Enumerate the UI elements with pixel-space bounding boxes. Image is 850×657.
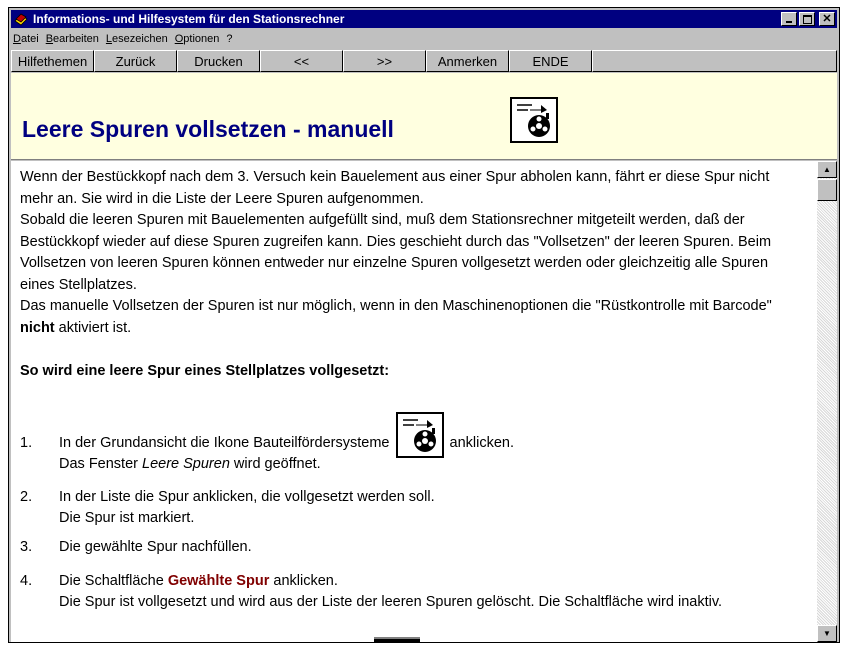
window-title: Informations- und Hilfesystem für den St… bbox=[33, 12, 345, 26]
intro-paragraph-2: Sobald die leeren Spuren mit Bauelemente… bbox=[20, 212, 772, 293]
close-icon: ✕ bbox=[822, 12, 832, 25]
anmerken-button[interactable]: Anmerken bbox=[426, 50, 509, 72]
step-text: Die Schaltfläche Gewählte Spur anklicken… bbox=[59, 571, 809, 613]
step-1-window-name: Leere Spuren bbox=[142, 456, 230, 472]
minimize-button[interactable] bbox=[781, 12, 797, 26]
intro-paragraph-3-bold: nicht bbox=[20, 319, 55, 336]
intro-paragraph-3-end: aktiviert ist. bbox=[54, 319, 132, 336]
minimize-icon bbox=[786, 21, 792, 23]
menu-lesezeichen[interactable]: Lesezeichen bbox=[106, 33, 168, 45]
help-content: Wenn der Bestückkopf nach dem 3. Versuch… bbox=[11, 161, 817, 642]
step-number: 4. bbox=[20, 573, 33, 589]
step-number: 3. bbox=[20, 539, 33, 555]
arrow-up-icon: ▲ bbox=[823, 165, 831, 174]
feeder-system-icon bbox=[510, 97, 558, 143]
vertical-scrollbar[interactable]: ▲ ▼ bbox=[817, 161, 837, 642]
next-topic-button[interactable]: >> bbox=[343, 50, 426, 72]
step-1-action: anklicken. bbox=[449, 435, 515, 451]
intro-paragraph-1: Wenn der Bestückkopf nach dem 3. Versuch… bbox=[20, 169, 770, 207]
menu-datei[interactable]: Datei bbox=[13, 33, 39, 45]
step-1-text: In der Grundansicht die Ikone Bauteilför… bbox=[59, 435, 390, 451]
help-window: Informations- und Hilfesystem für den St… bbox=[8, 7, 840, 643]
title-bar[interactable]: Informations- und Hilfesystem für den St… bbox=[11, 10, 837, 28]
zurueck-button[interactable]: Zurück bbox=[94, 50, 177, 72]
drucken-button[interactable]: Drucken bbox=[177, 50, 260, 72]
topic-header: Leere Spuren vollsetzen - manuell bbox=[11, 73, 837, 160]
menu-bar: Datei Bearbeiten Lesezeichen Optionen ? bbox=[11, 29, 837, 48]
step-4-text: Die Schaltfläche bbox=[59, 573, 164, 589]
step-3-text: Die gewählte Spur nachfüllen. bbox=[59, 539, 252, 555]
menu-bearbeiten[interactable]: Bearbeiten bbox=[46, 33, 99, 45]
menu-optionen[interactable]: Optionen bbox=[175, 33, 220, 45]
step-text: Die gewählte Spur nachfüllen. bbox=[59, 537, 809, 558]
previous-topic-button[interactable]: << bbox=[260, 50, 343, 72]
step-1-result: Das Fenster bbox=[59, 456, 138, 472]
feeder-system-icon bbox=[395, 412, 444, 458]
menu-help[interactable]: ? bbox=[226, 33, 232, 45]
hilfethemen-button[interactable]: Hilfethemen bbox=[11, 50, 94, 72]
scroll-up-button[interactable]: ▲ bbox=[817, 161, 837, 178]
step-4-action: anklicken. bbox=[273, 573, 338, 589]
step-text: In der Grundansicht die Ikone Bauteilför… bbox=[59, 412, 809, 475]
step-number: 1. bbox=[20, 435, 33, 451]
intro-paragraph-3: Das manuelle Vollsetzen der Spuren ist n… bbox=[20, 296, 800, 339]
toolbar-filler bbox=[592, 50, 837, 72]
toolbar: Hilfethemen Zurück Drucken << >> Anmerke… bbox=[11, 50, 837, 72]
restore-icon bbox=[802, 14, 812, 24]
arrow-down-icon: ▼ bbox=[823, 629, 831, 638]
section-subheading: So wird eine leere Spur eines Stellplatz… bbox=[20, 363, 390, 379]
scroll-thumb[interactable] bbox=[817, 179, 837, 201]
page-title: Leere Spuren vollsetzen - manuell bbox=[22, 116, 394, 142]
step-text: In der Liste die Spur anklicken, die vol… bbox=[59, 487, 809, 529]
partial-button-graphic bbox=[374, 637, 420, 642]
close-button[interactable]: ✕ bbox=[819, 12, 835, 26]
help-book-icon bbox=[14, 13, 28, 26]
step-2-text: In der Liste die Spur anklicken, die vol… bbox=[59, 489, 435, 505]
step-1-result-end: wird geöffnet. bbox=[233, 456, 321, 472]
intro-paragraph-3-start: Das manuelle Vollsetzen der Spuren ist n… bbox=[20, 298, 772, 314]
step-4-result: Die Spur ist vollgesetzt und wird aus de… bbox=[59, 594, 723, 610]
gewaehlte-spur-link[interactable]: Gewählte Spur bbox=[168, 573, 270, 589]
step-2-result: Die Spur ist markiert. bbox=[59, 510, 195, 526]
scroll-down-button[interactable]: ▼ bbox=[817, 625, 837, 642]
step-number: 2. bbox=[20, 489, 33, 505]
maximize-button[interactable] bbox=[799, 12, 815, 26]
ende-button[interactable]: ENDE bbox=[509, 50, 592, 72]
